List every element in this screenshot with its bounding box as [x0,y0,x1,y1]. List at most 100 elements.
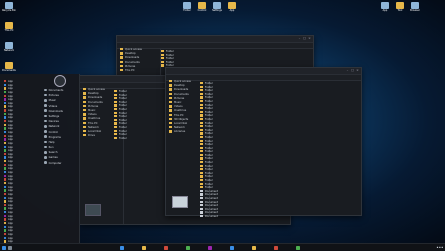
maximize-icon[interactable]: □ [351,69,354,72]
folder-icon [169,130,172,133]
desktop-icon[interactable]: App [378,2,392,12]
nav-item-label: This PC [125,69,135,73]
desktop-icon[interactable]: App [225,2,239,12]
app-icon [4,225,7,229]
desktop-icon[interactable]: Recycle Bin [2,2,16,12]
desktop-icon[interactable]: This PC [2,22,16,32]
folder-icon [200,161,203,164]
desktop-icon[interactable]: Control [195,2,209,12]
folder-icon [114,133,117,136]
start-place-label: Documents [48,89,64,92]
title-bar[interactable]: – □ × [117,36,313,43]
app-list: App App App App App App App App App App App App App A… [2,80,40,244]
app-icon [4,127,7,130]
app-icon [4,181,7,185]
title-bar[interactable]: – □ × [166,68,361,75]
nav-item-label: Music [88,109,96,113]
app-icon [4,189,7,192]
search-icon[interactable] [8,245,12,250]
app-icon [4,145,7,148]
app-icon [4,120,7,123]
folder-icon [200,128,203,131]
taskbar-app-icon[interactable] [274,245,278,250]
folder-icon [161,60,164,63]
recycle-bin-icon [5,2,13,9]
nav-item-label: 3D Objects [174,117,189,121]
folder-icon [200,132,203,135]
folder-icon [200,186,203,189]
start-menu[interactable]: App App App App App App App App App App App App App A… [0,74,80,244]
file-name: Document [205,215,218,219]
close-icon[interactable]: × [308,37,311,40]
folder-icon [83,134,86,137]
nav-item-label: Pictures [125,64,136,68]
folder-icon [200,168,203,171]
start-app-label: App [7,171,13,175]
app-icon [4,98,7,101]
document-icon [200,214,203,218]
minimize-icon[interactable]: – [298,37,301,40]
document-icon [200,200,203,203]
taskbar-app-icon[interactable] [296,245,300,250]
maximize-icon[interactable]: □ [303,37,306,40]
file-row[interactable]: Folder [114,136,127,141]
nav-item-label: This PC [88,121,98,125]
app-icon [4,192,7,196]
taskbar-app-icon[interactable] [164,245,168,250]
start-place-item[interactable]: Computer [44,161,78,166]
app-icon [4,203,7,207]
folder-icon [200,110,203,113]
folder-icon [200,150,203,153]
folder-icon [200,175,203,178]
start-place-label: Computer [48,161,62,165]
start-button[interactable] [2,245,6,250]
nav-item[interactable]: This PC [120,68,160,73]
nav-item-label: Downloads [125,56,140,60]
folder-icon [169,84,172,87]
nav-item-label: Desktop [125,52,136,56]
nav-item-label: Quick access [88,88,105,92]
desktop-icon[interactable]: Folder [180,2,194,12]
browser-icon [411,2,419,9]
start-app-label: App [7,233,13,237]
file-row[interactable]: Document [200,214,356,219]
folder-icon [169,117,172,121]
folder-icon [161,57,164,60]
app-icon [4,109,7,112]
desktop-icon[interactable]: Settings [210,2,224,12]
folder-icon [83,92,86,95]
nav-item-label: Libraries [174,130,186,134]
app-icon [4,229,7,232]
app-icon [4,141,7,145]
start-app-label: App [7,131,13,135]
desktop-icon[interactable]: Browser [408,2,422,12]
desktop-icon[interactable]: Tool [393,2,407,12]
desktop-icon-label: Folder [183,9,191,12]
taskbar-app-icon[interactable] [120,245,124,250]
start-place-label: Search [48,151,58,155]
taskbar-app-icon[interactable] [186,245,190,250]
desktop-icon[interactable]: Documents [2,62,16,72]
taskbar-app-icon[interactable] [230,245,234,250]
folder-icon [200,89,203,92]
minimize-icon[interactable]: – [346,69,349,72]
taskbar-app-icon[interactable] [208,245,212,250]
app-icon [4,207,7,210]
nav-item-label: Music [174,101,182,105]
app-icon [4,236,7,239]
folder-icon [200,179,203,182]
close-icon[interactable]: × [356,69,359,72]
folder-icon [200,125,203,128]
app-icon [4,218,7,221]
desktop-icon[interactable]: Network [2,42,16,52]
place-icon [44,135,47,138]
taskbar-app-icon[interactable] [142,245,146,250]
start-app-label: App [7,182,13,186]
start-app-label: App [7,193,13,197]
start-app-label: App [7,200,13,204]
taskbar-app-icon[interactable] [252,245,256,250]
clock[interactable]: ▪ ▪ ▪ [437,246,443,249]
explorer-window-front[interactable]: – □ × Quick access Desktop Downloads Docume… [165,67,362,219]
start-app-label: App [7,98,13,102]
user-avatar[interactable] [54,75,66,87]
